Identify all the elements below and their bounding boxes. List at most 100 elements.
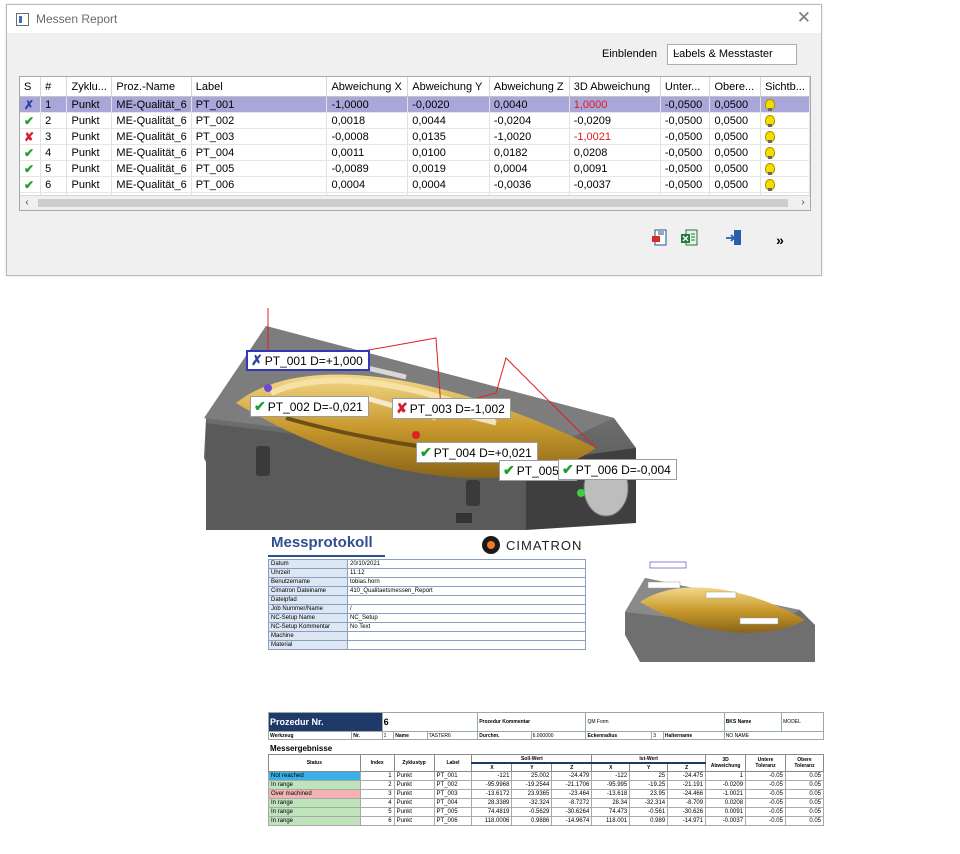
- abweichung-y-cell: 0,0004: [407, 176, 490, 193]
- result-row: In range 2 Punkt PT_002 -95.9968 -19.2544 -21.…: [268, 780, 825, 790]
- more-icon: »: [776, 232, 784, 248]
- 3d-viewport[interactable]: ✗ PT_001 D=+1,000 ✔ PT_002 D=-0,021 ✘ PT_00…: [196, 298, 677, 530]
- result-ix-cell: -122: [591, 771, 631, 781]
- result-status-cell: Not reached: [268, 771, 361, 781]
- result-abw-cell: -0.0209: [705, 780, 747, 790]
- prozedur-kommentar-label: Prozedur Kommentar: [477, 712, 587, 732]
- column-header[interactable]: Label: [191, 77, 328, 97]
- visibility-cell: [760, 112, 810, 129]
- abweichung-z-cell: -1,0020: [489, 128, 570, 145]
- check-icon: ✔: [24, 113, 35, 128]
- info-key: NC-Setup Name: [268, 613, 348, 623]
- prozedur-number: 6: [381, 712, 479, 732]
- untere-toleranz-cell: -0,0500: [660, 160, 711, 177]
- label-pt-001[interactable]: ✗ PT_001 D=+1,000: [246, 350, 370, 371]
- zyklus-cell: Punkt: [66, 112, 113, 129]
- result-abw-cell: -1.0021: [705, 789, 747, 799]
- scroll-right-icon[interactable]: ›: [796, 196, 810, 210]
- eckenradius-value: 3: [651, 731, 664, 740]
- result-label-cell: PT_001: [433, 771, 473, 781]
- abweichung-x-cell: -1,0000: [326, 96, 409, 113]
- table-row[interactable]: ✔ 5 Punkt ME-Qualität_6 PT_005 -0,0089 0,0019 0…: [20, 160, 810, 177]
- close-icon[interactable]: ✕: [797, 8, 811, 28]
- horizontal-scrollbar[interactable]: ‹ ›: [20, 195, 810, 210]
- visibility-bulb-icon[interactable]: [765, 130, 776, 143]
- status-cell: ✔: [20, 144, 42, 161]
- column-header[interactable]: S: [20, 77, 42, 97]
- messen-report-window: Messen Report ✕ Einblenden Labels & Mess…: [6, 4, 822, 276]
- column-header[interactable]: Abweichung Z: [489, 77, 570, 97]
- export-excel-button[interactable]: [679, 229, 701, 251]
- werkzeug-label: Werkzeug: [267, 731, 353, 740]
- more-button[interactable]: »: [769, 229, 791, 251]
- abweichung-y-cell: 0,0135: [407, 128, 490, 145]
- visibility-bulb-icon[interactable]: [765, 162, 776, 175]
- export-excel-icon: [681, 229, 698, 246]
- info-key: NC-Setup Kommentar: [268, 622, 348, 632]
- result-sx-cell: 28.3389: [471, 798, 513, 808]
- col-untere-toleranz: Untere Toleranz: [745, 754, 786, 772]
- abweichung-x-cell: -0,0008: [326, 128, 409, 145]
- column-header[interactable]: Obere...: [709, 77, 762, 97]
- info-key: Material: [268, 640, 348, 650]
- proz-name-cell: ME-Qualität_6: [111, 96, 192, 113]
- obere-toleranz-cell: 0,0500: [709, 144, 762, 161]
- result-sz-cell: -30.6264: [551, 807, 593, 817]
- result-unt-cell: -0.05: [745, 798, 786, 808]
- column-header[interactable]: #: [40, 77, 68, 97]
- result-index-cell: 6: [359, 816, 395, 826]
- results-grid[interactable]: S # Zyklu... Proz.-Name Label Abweichung X Abw…: [19, 76, 811, 211]
- result-zyklus-cell: Punkt: [393, 807, 435, 817]
- column-header[interactable]: Unter...: [660, 77, 711, 97]
- result-unt-cell: -0.05: [745, 771, 786, 781]
- info-value: No Text: [347, 622, 586, 632]
- label-pt-006-text: PT_006 D=-0,004: [575, 463, 671, 477]
- info-row: Benutzername tobias.horn: [268, 577, 586, 587]
- bks-label: BKS Name: [723, 712, 783, 732]
- column-header[interactable]: Abweichung X: [326, 77, 409, 97]
- visibility-bulb-icon[interactable]: [765, 114, 776, 127]
- col-ist-z: Z: [667, 762, 707, 772]
- col-ist-wert: Ist-Wert: [591, 754, 707, 764]
- column-header[interactable]: Proz.-Name: [111, 77, 192, 97]
- exit-button[interactable]: [723, 229, 745, 251]
- info-value: tobias.horn: [347, 577, 586, 587]
- scroll-thumb[interactable]: [38, 199, 788, 207]
- report-title: Messprotokoll: [271, 534, 373, 551]
- result-row: Not reached 1 Punkt PT_001 -121 25.002 -24.479…: [268, 771, 825, 781]
- export-pdf-button[interactable]: [649, 229, 671, 251]
- info-key: Cimatron Dateiname: [268, 586, 348, 596]
- scroll-left-icon[interactable]: ‹: [20, 196, 34, 210]
- obere-toleranz-cell: 0,0500: [709, 160, 762, 177]
- visibility-bulb-icon[interactable]: [765, 178, 776, 191]
- visibility-bulb-icon[interactable]: [765, 98, 776, 111]
- cross-icon: ✘: [24, 129, 35, 144]
- label-pt-006[interactable]: ✔ PT_006 D=-0,004: [558, 459, 677, 480]
- table-row[interactable]: ✔ 6 Punkt ME-Qualität_6 PT_006 0,0004 0,0004 -0…: [20, 176, 810, 193]
- table-row[interactable]: ✔ 2 Punkt ME-Qualität_6 PT_002 0,0018 0,0044 -0…: [20, 112, 810, 129]
- filter-select[interactable]: Labels & Messtaster ⌄: [667, 44, 797, 65]
- untere-toleranz-cell: -0,0500: [660, 128, 711, 145]
- column-header[interactable]: Sichtb...: [760, 77, 810, 97]
- label-pt-004-text: PT_004 D=+0,021: [433, 446, 532, 460]
- label-pt-003[interactable]: ✘ PT_003 D=-1,002: [392, 398, 511, 419]
- column-header[interactable]: Abweichung Y: [407, 77, 490, 97]
- proz-name-cell: ME-Qualität_6: [111, 160, 192, 177]
- table-row[interactable]: ✘ 3 Punkt ME-Qualität_6 PT_003 -0,0008 0,0135-…: [20, 128, 810, 145]
- label-pt-002[interactable]: ✔ PT_002 D=-0,021: [250, 396, 369, 417]
- visibility-bulb-icon[interactable]: [765, 146, 776, 159]
- abweichung-z-cell: 0,0182: [489, 144, 570, 161]
- column-header[interactable]: Zyklu...: [66, 77, 113, 97]
- proz-name-cell: ME-Qualität_6: [111, 128, 192, 145]
- table-row[interactable]: ✗ 1 Punkt ME-Qualität_6 PT_001 -1,0000 -0,0020…: [20, 96, 810, 113]
- table-row[interactable]: ✔ 4 Punkt ME-Qualität_6 PT_004 0,0011 0,0100 0,…: [20, 144, 810, 161]
- result-label-cell: PT_006: [433, 816, 473, 826]
- abweichung-z-cell: 0,0040: [489, 96, 570, 113]
- result-index-cell: 3: [359, 789, 395, 799]
- result-sy-cell: -32.324: [511, 798, 553, 808]
- result-row: Over machined 3 Punkt PT_003 -13.6172 23.9365…: [268, 789, 825, 799]
- grid-header-row: S # Zyklu... Proz.-Name Label Abweichung X Abw…: [20, 77, 810, 97]
- result-ob-cell: 0.05: [784, 780, 825, 790]
- column-header[interactable]: 3D Abweichung: [569, 77, 661, 97]
- result-sy-cell: -19.2544: [511, 780, 553, 790]
